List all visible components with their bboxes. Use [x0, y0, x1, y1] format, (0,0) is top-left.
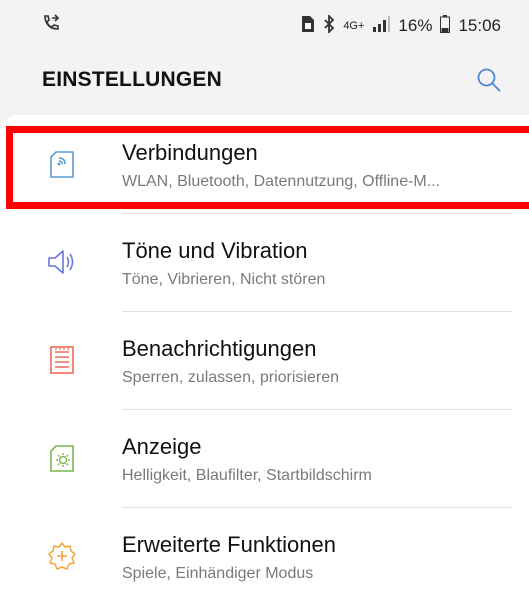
connections-icon [46, 148, 78, 180]
search-icon [477, 68, 501, 92]
settings-item-notifications[interactable]: Benachrichtigungen Sperren, zulassen, pr… [0, 311, 529, 409]
search-button[interactable] [473, 64, 505, 96]
settings-item-sounds[interactable]: Töne und Vibration Töne, Vibrieren, Nich… [0, 213, 529, 311]
call-forward-icon [42, 14, 60, 38]
settings-item-label: Anzeige [122, 434, 202, 459]
settings-item-subtitle: WLAN, Bluetooth, Datennutzung, Offline-M… [122, 173, 441, 190]
status-bar: 4G+ 16% 15:06 [0, 0, 529, 52]
battery-icon [440, 14, 451, 38]
settings-item-display[interactable]: Anzeige Helligkeit, Blaufilter, Startbil… [0, 409, 529, 507]
signal-icon [372, 15, 391, 37]
bluetooth-icon [323, 13, 335, 38]
settings-item-connections[interactable]: Verbindungen WLAN, Bluetooth, Datennutzu… [0, 115, 529, 213]
battery-percent: 16% [398, 16, 433, 35]
sim-icon [301, 15, 315, 38]
notifications-icon [46, 344, 78, 376]
settings-item-subtitle: Töne, Vibrieren, Nicht stören [122, 271, 326, 288]
settings-item-label: Benachrichtigungen [122, 336, 317, 361]
settings-item-label: Töne und Vibration [122, 238, 308, 263]
settings-item-subtitle: Helligkeit, Blaufilter, Startbildschirm [122, 467, 372, 484]
clock: 15:06 [458, 16, 501, 35]
speaker-icon [46, 246, 78, 278]
settings-list: Verbindungen WLAN, Bluetooth, Datennutzu… [0, 115, 529, 605]
settings-item-subtitle: Spiele, Einhändiger Modus [122, 565, 314, 582]
network-type: 4G+ [343, 20, 365, 32]
settings-item-subtitle: Sperren, zulassen, priorisieren [122, 369, 339, 386]
advanced-features-icon [46, 540, 78, 572]
app-header: EINSTELLUNGEN [0, 52, 529, 108]
page-title: EINSTELLUNGEN [42, 68, 222, 91]
settings-item-label: Verbindungen [122, 140, 258, 165]
settings-item-advanced-features[interactable]: Erweiterte Funktionen Spiele, Einhändige… [0, 507, 529, 605]
settings-item-label: Erweiterte Funktionen [122, 532, 336, 557]
display-brightness-icon [46, 442, 78, 474]
